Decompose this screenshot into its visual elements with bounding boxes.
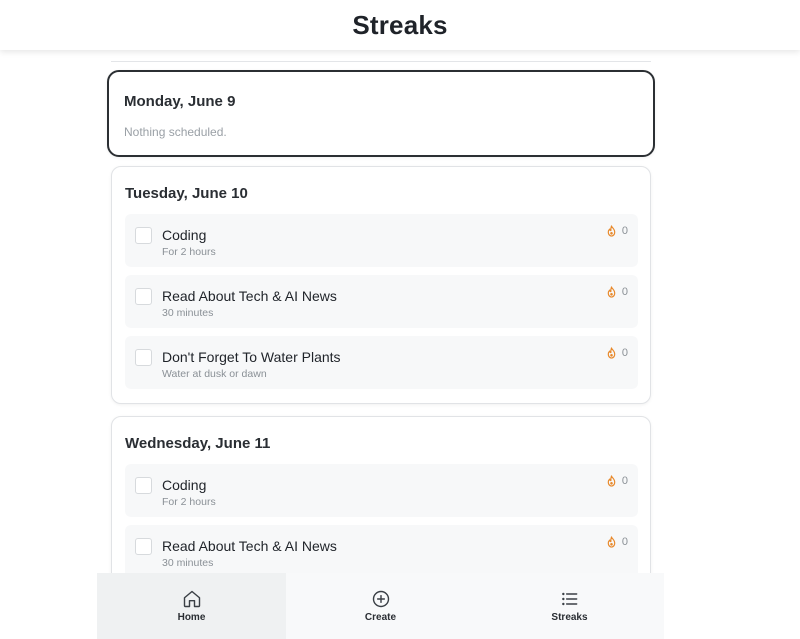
streak-badge: 0 (606, 286, 628, 298)
streak-badge: 0 (606, 347, 628, 359)
home-icon (183, 590, 200, 608)
tab-streaks[interactable]: Streaks (475, 573, 664, 639)
task-title: Read About Tech & AI News (162, 288, 337, 304)
day-feed[interactable]: Monday, June 9 Nothing scheduled. Tuesda… (0, 50, 800, 573)
task-subtitle: For 2 hours (162, 496, 216, 508)
task-subtitle: 30 minutes (162, 307, 214, 319)
day-title: Wednesday, June 11 (125, 435, 271, 452)
streak-count: 0 (621, 475, 628, 487)
task-checkbox[interactable] (135, 538, 152, 555)
task-checkbox[interactable] (135, 477, 152, 494)
task-subtitle: For 2 hours (162, 246, 216, 258)
task-title: Coding (162, 477, 207, 493)
task-checkbox[interactable] (135, 288, 152, 305)
task-item[interactable]: Read About Tech & AI News 30 minutes 0 (125, 275, 638, 328)
task-item[interactable]: Coding For 2 hours 0 (125, 214, 638, 267)
flame-icon (607, 347, 616, 359)
task-title: Coding (162, 227, 207, 243)
task-item[interactable]: Read About Tech & AI News 30 minutes 0 (125, 525, 638, 573)
day-card-wednesday[interactable]: Wednesday, June 11 Coding For 2 hours 0 … (111, 416, 651, 573)
task-item[interactable]: Don't Forget To Water Plants Water at du… (125, 336, 638, 389)
streak-count: 0 (621, 536, 628, 548)
flame-icon (607, 286, 616, 298)
tab-label: Create (364, 612, 397, 623)
tab-create[interactable]: Create (286, 573, 475, 639)
task-checkbox[interactable] (135, 227, 152, 244)
day-card-tuesday[interactable]: Tuesday, June 10 Coding For 2 hours 0 Re… (111, 166, 651, 404)
streak-badge: 0 (606, 536, 628, 548)
tab-home[interactable]: Home (97, 573, 286, 639)
streak-count: 0 (621, 286, 628, 298)
streak-count: 0 (621, 347, 628, 359)
page-title: Streaks (352, 9, 448, 40)
day-title: Tuesday, June 10 (125, 185, 248, 202)
day-title: Monday, June 9 (124, 93, 236, 110)
app-header: Streaks (0, 0, 800, 50)
task-item[interactable]: Coding For 2 hours 0 (125, 464, 638, 517)
flame-icon (607, 475, 616, 487)
bottom-tab-bar: Home Create Streaks (97, 573, 664, 639)
empty-state-text: Nothing scheduled. (124, 125, 227, 139)
divider (111, 61, 651, 62)
plus-circle-icon (372, 590, 389, 608)
task-title: Read About Tech & AI News (162, 538, 337, 554)
list-icon (561, 592, 577, 606)
streak-badge: 0 (606, 225, 628, 237)
flame-icon (607, 536, 616, 548)
task-subtitle: 30 minutes (162, 557, 214, 569)
task-checkbox[interactable] (135, 349, 152, 366)
tab-label: Streaks (551, 612, 588, 623)
flame-icon (607, 225, 616, 237)
task-subtitle: Water at dusk or dawn (162, 368, 267, 380)
streak-count: 0 (621, 225, 628, 237)
day-card-monday[interactable]: Monday, June 9 Nothing scheduled. (107, 70, 655, 157)
task-title: Don't Forget To Water Plants (162, 349, 341, 365)
streak-badge: 0 (606, 475, 628, 487)
tab-label: Home (177, 612, 206, 623)
